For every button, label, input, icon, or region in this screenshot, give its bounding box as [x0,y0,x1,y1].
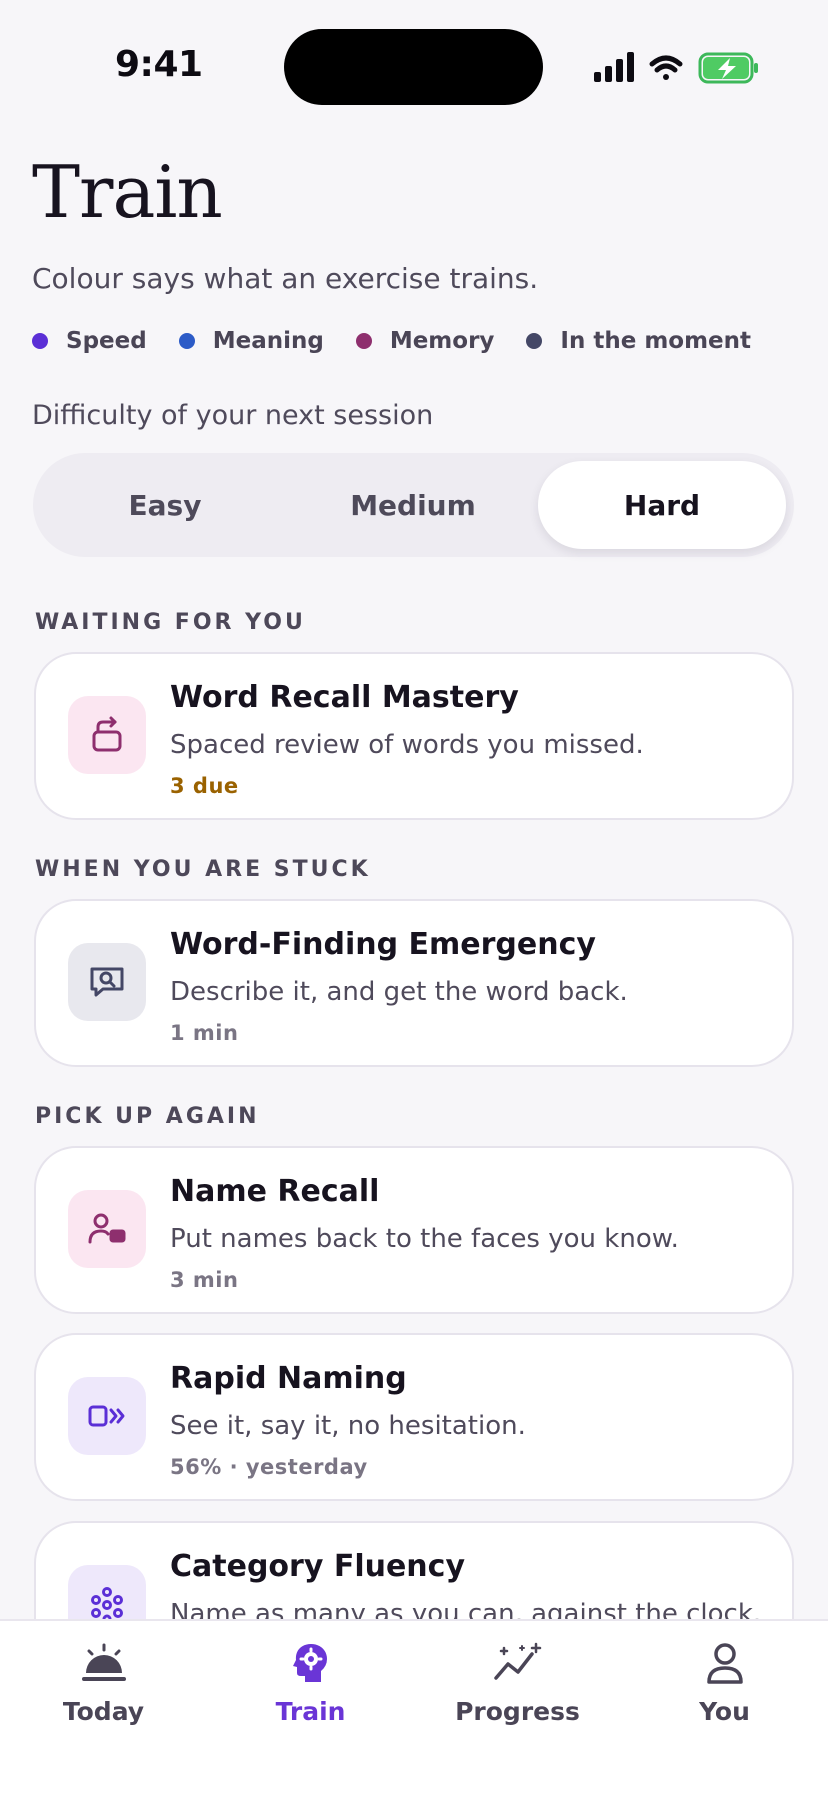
tab-progress[interactable]: Progress [414,1621,621,1741]
card-progress: 56% · yesterday [170,1455,368,1479]
card-duration: 1 min [170,1021,239,1045]
legend-dot [526,333,543,349]
wifi-icon [649,55,683,80]
tab-you[interactable]: You [621,1621,828,1741]
speech-search-icon [68,943,146,1021]
tab-label: You [699,1697,750,1726]
bottom-tab-bar: Today Train Progress You [0,1619,828,1801]
difficulty-option-easy[interactable]: Easy [41,461,289,549]
card-description: Describe it, and get the word back. [170,977,628,1007]
difficulty-option-medium[interactable]: Medium [289,461,537,549]
color-legend: Speed Meaning Memory In the moment [32,326,783,356]
card-description: Put names back to the faces you know. [170,1224,679,1254]
exercise-card-word-finding-emergency[interactable]: Word-Finding Emergency Describe it, and … [34,899,794,1067]
section-heading-waiting: WAITING FOR YOU [35,610,306,635]
legend-item-memory: Memory [355,328,495,354]
card-title: Word Recall Mastery [170,680,519,715]
status-icons [594,52,758,84]
card-title: Word-Finding Emergency [170,927,596,962]
cellular-signal-icon [594,52,634,82]
fast-forward-card-icon [68,1377,146,1455]
battery-charging-icon [698,52,758,84]
legend-label: Meaning [212,328,324,354]
difficulty-label: Difficulty of your next session [32,400,434,431]
legend-dot [178,333,195,349]
brain-gear-icon [285,1641,337,1685]
card-description: Spaced review of words you missed. [170,730,644,760]
legend-label: Memory [389,328,495,354]
tab-label: Train [275,1697,346,1726]
card-title: Category Fluency [170,1549,466,1584]
page-title: Train [32,150,223,234]
card-title: Name Recall [170,1174,380,1209]
exercise-card-word-recall-mastery[interactable]: Word Recall Mastery Spaced review of wor… [34,652,794,820]
legend-label: In the moment [560,328,752,354]
dynamic-island [284,29,543,105]
card-duration: 3 min [170,1268,239,1292]
legend-dot [32,333,48,349]
exercise-card-rapid-naming[interactable]: Rapid Naming See it, say it, no hesitati… [34,1333,794,1501]
card-title: Rapid Naming [170,1361,407,1396]
card-description: See it, say it, no hesitation. [170,1411,526,1441]
person-tag-icon [68,1190,146,1268]
legend-dot [355,333,372,349]
difficulty-option-hard[interactable]: Hard [538,461,786,549]
section-heading-pickup: PICK UP AGAIN [35,1104,260,1129]
tab-label: Today [62,1697,145,1726]
tab-today[interactable]: Today [0,1621,207,1741]
difficulty-segmented-control: Easy Medium Hard [33,453,794,557]
tab-train[interactable]: Train [207,1621,414,1741]
card-due-count: 3 due [170,774,239,798]
section-heading-stuck: WHEN YOU ARE STUCK [35,857,371,882]
legend-item-speed: Speed [32,328,147,354]
exercise-card-name-recall[interactable]: Name Recall Put names back to the faces … [34,1146,794,1314]
status-time: 9:41 [115,44,203,85]
legend-label: Speed [66,328,147,354]
person-icon [699,1641,751,1685]
status-bar: 9:41 [0,0,828,130]
legend-item-in-the-moment: In the moment [526,328,751,354]
page-subtitle: Colour says what an exercise trains. [32,262,539,295]
tab-label: Progress [455,1697,580,1726]
legend-item-meaning: Meaning [178,328,324,354]
sunrise-icon [78,1641,130,1685]
sparkle-chart-icon [492,1641,544,1685]
review-cycle-icon [68,696,146,774]
